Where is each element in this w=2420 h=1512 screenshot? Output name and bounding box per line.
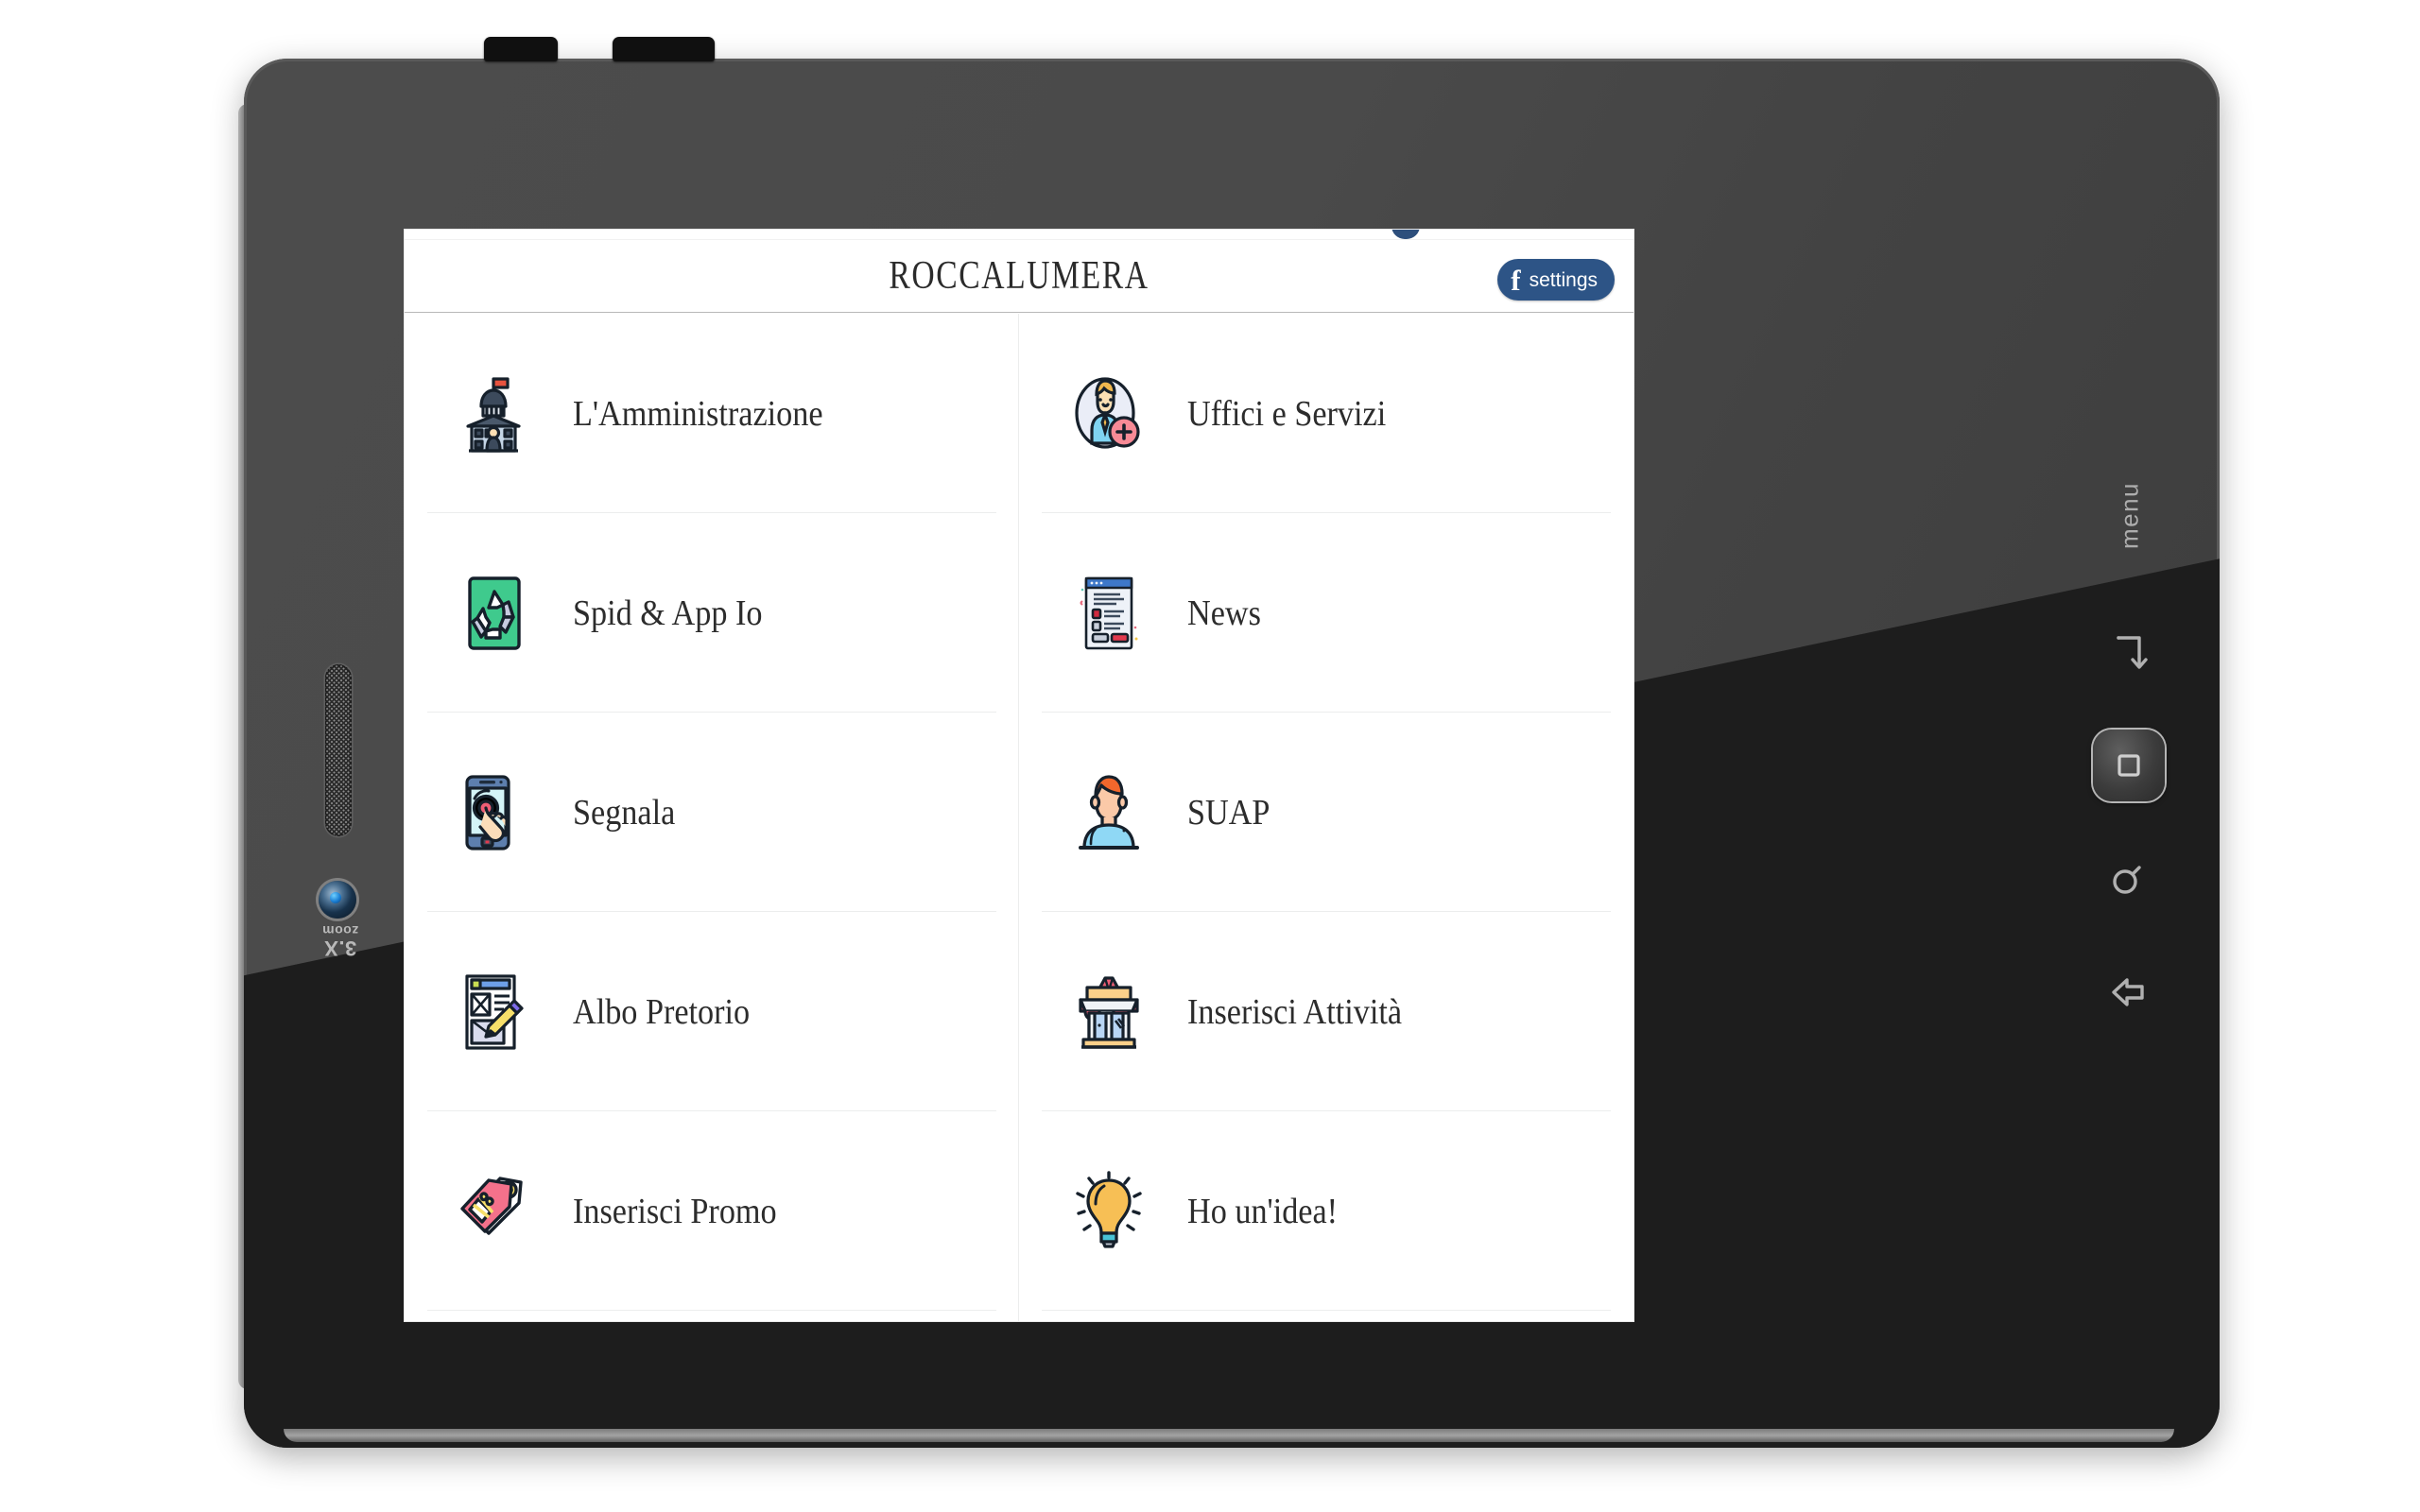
app-header-bar: ROCCALUMERA f settings — [405, 240, 1634, 313]
volume-button[interactable] — [484, 37, 558, 61]
menu-item-label: L'Amministrazione — [573, 393, 823, 434]
tablet-screen: ROCCALUMERA f settings L'Amministrazione… — [405, 230, 1634, 1321]
government-building-icon — [454, 369, 535, 459]
page-title: ROCCALUMERA — [889, 254, 1150, 298]
document-pencil-icon — [454, 967, 535, 1057]
menu-item-label: Segnala — [573, 792, 676, 833]
zoom-spec-value: 3.X — [323, 936, 357, 960]
smartphone-tap-icon — [454, 767, 535, 858]
menu-item-label: Inserisci Promo — [573, 1191, 777, 1231]
menu-item-segnala[interactable]: Segnala — [405, 713, 1019, 912]
menu-item-label: Inserisci Attività — [1187, 991, 1403, 1032]
menu-item-label: Spid & App Io — [573, 593, 763, 633]
zoom-spec-label: 3.X zoom — [295, 915, 386, 960]
screen-status-strip — [405, 230, 1634, 240]
menu-item-label: Albo Pretorio — [573, 991, 751, 1032]
menu-item-label: Ho un'idea! — [1187, 1191, 1339, 1231]
back-icon[interactable] — [2087, 951, 2170, 1034]
menu-item-amministrazione[interactable]: L'Amministrazione — [405, 314, 1019, 513]
lightbulb-icon — [1068, 1166, 1150, 1257]
menu-hardware-label: menu — [2115, 481, 2144, 550]
camera-lens-reflection — [330, 892, 341, 903]
person-icon — [1068, 767, 1150, 858]
menu-item-partial-row[interactable] — [405, 1311, 1019, 1321]
menu-item-label: Uffici e Servizi — [1187, 393, 1387, 434]
user-add-icon — [1068, 369, 1150, 459]
menu-item-spid-appio[interactable]: Spid & App Io — [405, 513, 1019, 713]
storefront-icon — [1068, 967, 1150, 1057]
price-tag-icon — [454, 1166, 535, 1257]
speaker-grille — [325, 664, 352, 836]
menu-item-albo-pretorio[interactable]: Albo Pretorio — [405, 912, 1019, 1111]
menu-item-uffici-servizi[interactable]: Uffici e Servizi — [1019, 314, 1634, 513]
menu-item-suap[interactable]: SUAP — [1019, 713, 1634, 912]
device-bottom-edge — [284, 1429, 2174, 1442]
facebook-f-icon: f — [1511, 263, 1521, 297]
search-icon[interactable] — [2087, 837, 2170, 920]
menu-item-label: News — [1187, 593, 1261, 633]
settings-button-label: settings — [1529, 268, 1598, 291]
main-menu-grid: L'Amministrazione Uffici e Servizi Spid … — [405, 314, 1634, 1321]
menu-item-news[interactable]: News — [1019, 513, 1634, 713]
menu-item-label: SUAP — [1187, 792, 1270, 833]
zoom-spec-unit: zoom — [321, 923, 359, 938]
facebook-settings-button[interactable]: f settings — [1497, 259, 1615, 301]
home-icon[interactable] — [2087, 724, 2170, 807]
recycle-icon — [454, 568, 535, 659]
news-window-icon — [1068, 568, 1150, 659]
menu-item-ho-un-idea[interactable]: Ho un'idea! — [1019, 1111, 1634, 1311]
recent-apps-icon[interactable] — [2087, 610, 2170, 694]
menu-item-inserisci-promo[interactable]: Inserisci Promo — [405, 1111, 1019, 1311]
power-button[interactable] — [613, 37, 715, 61]
menu-item-partial-row[interactable] — [1019, 1311, 1634, 1321]
screenshot-stage: 3.X zoom menu ROCCALUMERA f settings L'A… — [0, 0, 2420, 1512]
menu-item-inserisci-attivita[interactable]: Inserisci Attività — [1019, 912, 1634, 1111]
